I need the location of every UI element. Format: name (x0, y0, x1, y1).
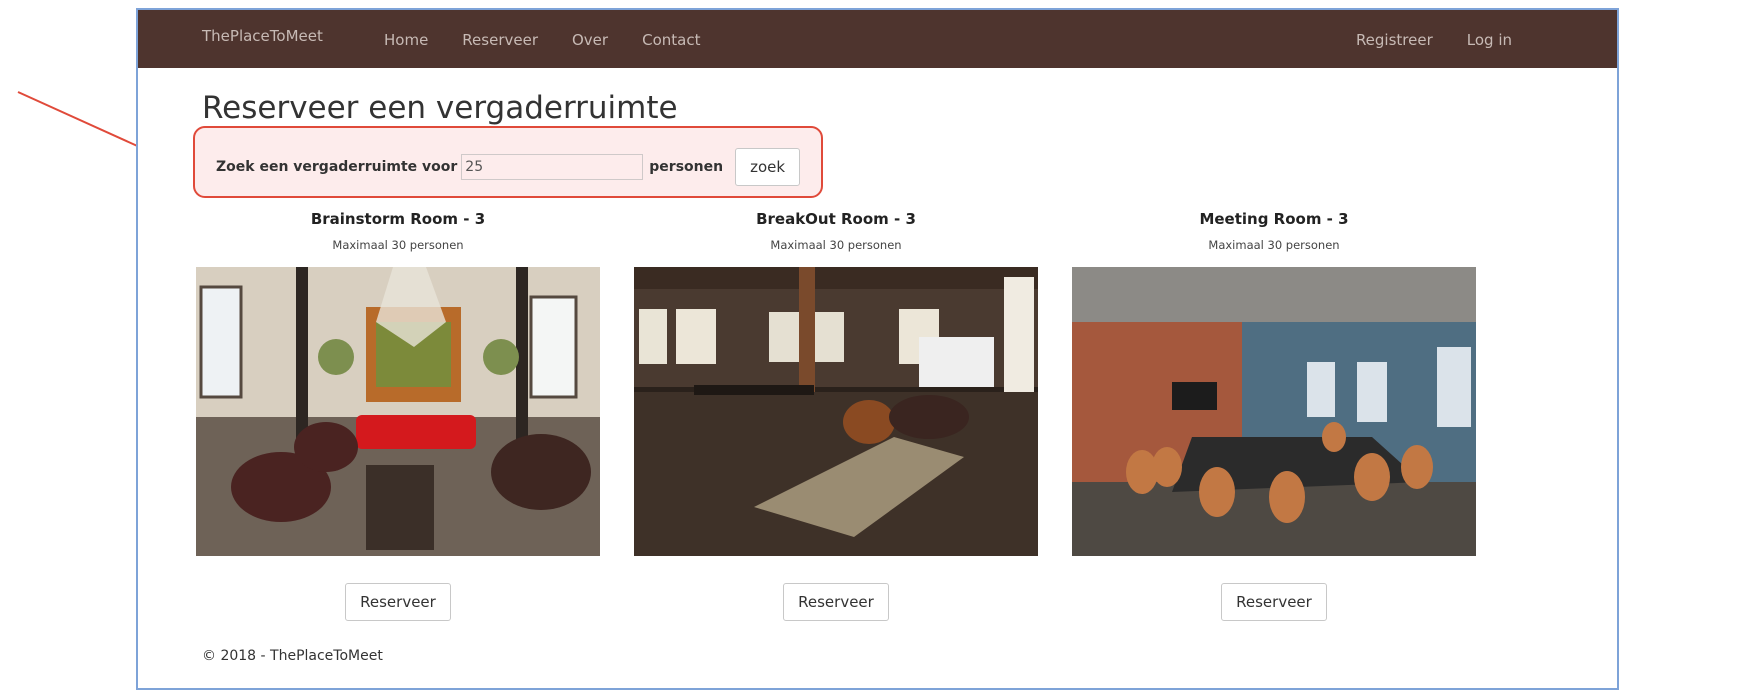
nav-link-login[interactable]: Log in (1467, 31, 1512, 49)
nav-main-links: Home Reserveer Over Contact (384, 31, 700, 49)
search-label-before: Zoek een vergaderruimte voor (216, 159, 458, 175)
reserve-button[interactable]: Reserveer (345, 583, 451, 621)
search-button[interactable]: zoek (735, 148, 801, 186)
room-capacity: Maximaal 30 personen (770, 238, 902, 252)
room-capacity: Maximaal 30 personen (332, 238, 464, 252)
brand-logo-link[interactable]: ThePlaceToMeet (202, 27, 323, 45)
nav-link-registreer[interactable]: Registreer (1356, 31, 1433, 49)
room-card: BreakOut Room - 3 Maximaal 30 personen R… (634, 208, 1038, 621)
room-card: Meeting Room - 3 Maximaal 30 personen Re… (1072, 208, 1476, 621)
reserve-button[interactable]: Reserveer (1221, 583, 1327, 621)
room-photo-meeting (1072, 267, 1476, 556)
nav-link-over[interactable]: Over (572, 31, 608, 49)
page-title: Reserveer een vergaderruimte (202, 90, 678, 126)
nav-link-home[interactable]: Home (384, 31, 428, 49)
room-photo-breakout (634, 267, 1038, 556)
footer-copyright: © 2018 - ThePlaceToMeet (202, 648, 383, 664)
room-capacity: Maximaal 30 personen (1208, 238, 1340, 252)
room-title: BreakOut Room - 3 (756, 210, 916, 228)
nav-link-contact[interactable]: Contact (642, 31, 700, 49)
nav-link-reserveer[interactable]: Reserveer (462, 31, 538, 49)
room-photo-brainstorm (196, 267, 600, 556)
room-title: Meeting Room - 3 (1199, 210, 1349, 228)
reserve-button[interactable]: Reserveer (783, 583, 889, 621)
room-title: Brainstorm Room - 3 (310, 210, 486, 228)
persons-input[interactable] (461, 154, 644, 180)
nav-account-links: Registreer Log in (1356, 31, 1512, 49)
room-card: Brainstorm Room - 3 Maximaal 30 personen… (196, 208, 600, 621)
top-navbar: ThePlaceToMeet Home Reserveer Over Conta… (138, 10, 1617, 68)
browser-page-frame: ThePlaceToMeet Home Reserveer Over Conta… (136, 8, 1619, 690)
search-form: Zoek een vergaderruimte voor personen zo… (216, 148, 801, 186)
search-label-after: personen (649, 159, 724, 175)
